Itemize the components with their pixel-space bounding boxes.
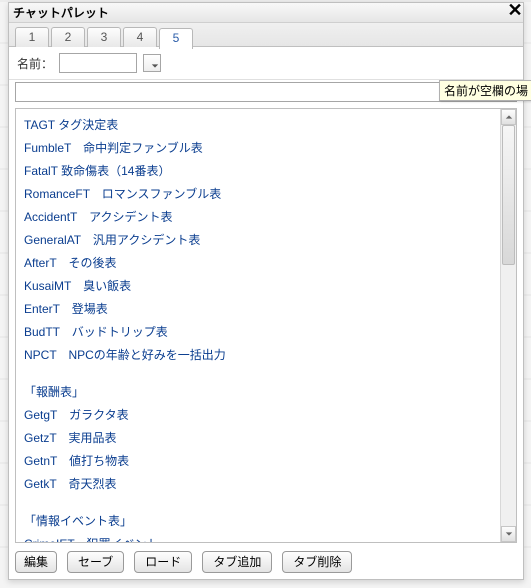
palette-list-container: TAGT タグ決定表FumbleT 命中判定ファンブル表FatalT 致命傷表（… [15, 108, 517, 543]
scroll-thumb[interactable] [502, 125, 515, 265]
tab-2[interactable]: 2 [51, 27, 85, 47]
scrollbar [500, 109, 516, 542]
list-item[interactable]: RomanceFT ロマンスファンブル表 [20, 182, 496, 205]
name-label: 名前： [17, 55, 53, 72]
list-item[interactable]: GetgT ガラクタ表 [20, 403, 496, 426]
scroll-down-button[interactable] [501, 526, 516, 542]
add-tab-button[interactable]: タブ追加 [202, 551, 272, 573]
name-input[interactable] [59, 53, 137, 73]
scroll-up-button[interactable] [501, 109, 516, 125]
list-item[interactable]: GetzT 実用品表 [20, 426, 496, 449]
list-item[interactable]: EnterT 登場表 [20, 297, 496, 320]
list-item[interactable]: 「報酬表」 [20, 380, 496, 403]
list-blank [20, 366, 496, 380]
list-item[interactable]: 「情報イベント表」 [20, 509, 496, 532]
window-title: チャットパレット [13, 4, 109, 21]
list-item[interactable]: KusaiMT 臭い飯表 [20, 274, 496, 297]
scroll-track[interactable] [501, 125, 516, 526]
name-row: 名前： [9, 47, 523, 80]
palette-list: TAGT タグ決定表FumbleT 命中判定ファンブル表FatalT 致命傷表（… [16, 109, 500, 542]
tab-4[interactable]: 4 [123, 27, 157, 47]
titlebar: チャットパレット [9, 3, 523, 23]
list-item[interactable]: GetkT 奇天烈表 [20, 472, 496, 495]
tabbar: 1 2 3 4 5 [9, 23, 523, 47]
edit-button[interactable]: 編集 [15, 551, 57, 573]
list-item[interactable]: FatalT 致命傷表（14番表） [20, 159, 496, 182]
chevron-down-icon [151, 62, 159, 70]
list-item[interactable]: GetnT 値打ち物表 [20, 449, 496, 472]
color-picker-button[interactable] [143, 54, 161, 72]
list-item[interactable]: AccidentT アクシデント表 [20, 205, 496, 228]
list-item[interactable]: NPCT NPCの年齢と好みを一括出力 [20, 343, 496, 366]
list-item[interactable]: BudTT バッドトリップ表 [20, 320, 496, 343]
list-item[interactable]: TAGT タグ決定表 [20, 113, 496, 136]
tab-3[interactable]: 3 [87, 27, 121, 47]
tab-5[interactable]: 5 [159, 28, 193, 49]
list-item[interactable]: GeneralAT 汎用アクシデント表 [20, 228, 496, 251]
delete-tab-button[interactable]: タブ削除 [282, 551, 352, 573]
tab-1[interactable]: 1 [15, 27, 49, 47]
tooltip: 名前が空欄の場 [439, 80, 531, 101]
list-item[interactable]: CrimeIET 犯罪イベント [20, 532, 496, 542]
load-button[interactable]: ロード [134, 551, 192, 573]
chevron-down-icon [505, 530, 513, 538]
footer: 編集 セーブ ロード タブ追加 タブ削除 [9, 547, 523, 579]
chevron-up-icon [505, 113, 513, 121]
list-item[interactable]: FumbleT 命中判定ファンブル表 [20, 136, 496, 159]
list-item[interactable]: AfterT その後表 [20, 251, 496, 274]
list-blank [20, 495, 496, 509]
save-button[interactable]: セーブ [67, 551, 124, 573]
close-icon[interactable]: ✕ [505, 1, 525, 21]
